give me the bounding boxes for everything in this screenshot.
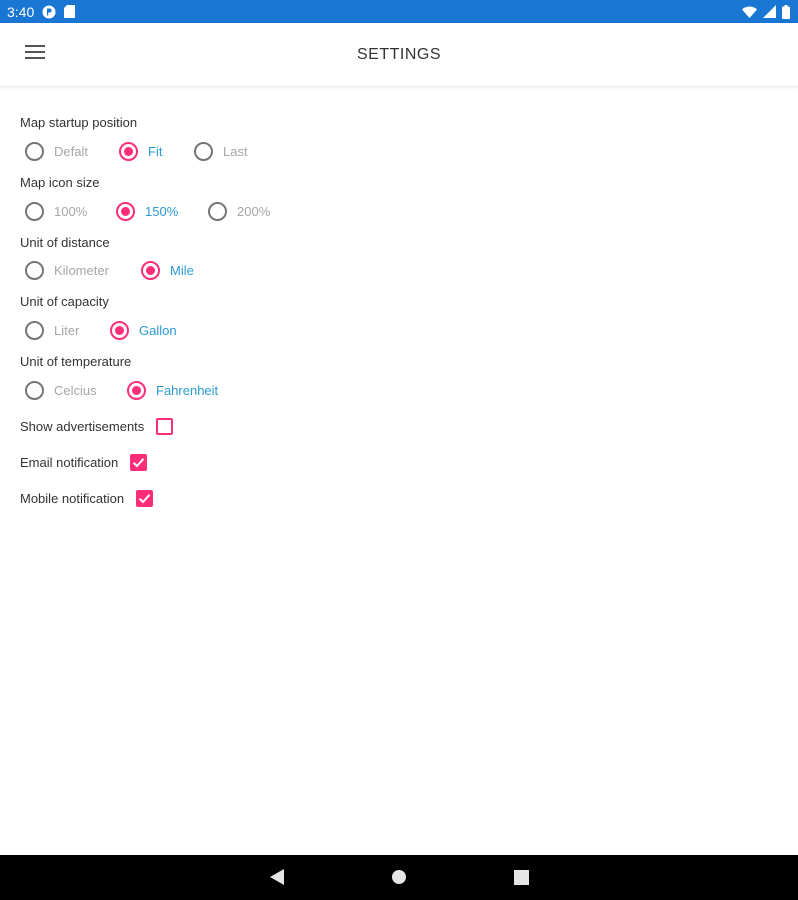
mobile-notification-row: Mobile notification [20, 490, 154, 507]
show-ads-checkbox[interactable] [156, 418, 174, 435]
p-badge-icon [42, 5, 56, 19]
distance-label: Unit of distance [20, 235, 110, 250]
radio-button[interactable] [25, 261, 44, 280]
radio-button[interactable] [25, 321, 44, 340]
recents-icon[interactable] [511, 867, 531, 887]
radio-button[interactable] [208, 202, 227, 221]
mobile-notification-label: Mobile notification [20, 491, 125, 506]
settings-screen: 3:40 SETTINGS Map startup position Defal… [0, 0, 798, 900]
radio-button[interactable] [194, 142, 213, 161]
email-notification-label: Email notification [20, 455, 119, 470]
radio-icon-size-200[interactable]: 200% [208, 202, 270, 221]
radio-distance-mile[interactable]: Mile [141, 261, 194, 280]
radio-label: Mile [170, 263, 194, 278]
check-icon [133, 458, 145, 468]
email-notification-row: Email notification [20, 454, 148, 471]
radio-label: 100% [54, 204, 88, 219]
radio-icon-size-100[interactable]: 100% [25, 202, 87, 221]
status-left: 3:40 [7, 3, 76, 20]
navigation-bar [0, 855, 798, 900]
radio-button[interactable] [116, 202, 135, 221]
home-icon[interactable] [389, 867, 409, 887]
capacity-label: Unit of capacity [20, 294, 109, 309]
app-bar: SETTINGS [0, 23, 798, 87]
radio-label: Liter [54, 323, 80, 338]
signal-icon [763, 5, 776, 18]
email-notification-checkbox[interactable] [130, 454, 148, 471]
radio-temperature-celcius[interactable]: Celcius [25, 381, 97, 400]
radio-capacity-gallon[interactable]: Gallon [110, 321, 177, 340]
wifi-icon [742, 6, 757, 18]
radio-distance-kilometer[interactable]: Kilometer [25, 261, 109, 280]
radio-label: Gallon [139, 323, 177, 338]
radio-button[interactable] [110, 321, 129, 340]
status-time: 3:40 [7, 3, 35, 20]
status-right [742, 4, 790, 19]
radio-icon-size-150[interactable]: 150% [116, 202, 178, 221]
radio-capacity-liter[interactable]: Liter [25, 321, 79, 340]
mobile-notification-checkbox[interactable] [136, 490, 154, 507]
sd-card-icon [64, 5, 76, 18]
radio-label: Kilometer [54, 263, 109, 278]
radio-map-startup-last[interactable]: Last [194, 142, 248, 161]
radio-label: Defalt [54, 144, 88, 159]
radio-button[interactable] [119, 142, 138, 161]
back-icon[interactable] [267, 867, 287, 887]
radio-label: Fit [148, 144, 163, 159]
radio-label: Fahrenheit [156, 383, 219, 398]
radio-button[interactable] [127, 381, 146, 400]
radio-map-startup-defalt[interactable]: Defalt [25, 142, 88, 161]
radio-temperature-fahrenheit[interactable]: Fahrenheit [127, 381, 218, 400]
battery-icon [782, 4, 790, 19]
show-ads-label: Show advertisements [20, 419, 145, 434]
radio-button[interactable] [25, 381, 44, 400]
radio-label: 150% [145, 204, 179, 219]
radio-button[interactable] [25, 202, 44, 221]
radio-label: 200% [237, 204, 271, 219]
show-ads-row: Show advertisements [20, 418, 174, 435]
radio-button[interactable] [25, 142, 44, 161]
map-startup-label: Map startup position [20, 115, 138, 130]
radio-label: Celcius [54, 383, 97, 398]
check-icon [138, 494, 151, 504]
radio-label: Last [223, 144, 248, 159]
temperature-label: Unit of temperature [20, 354, 132, 369]
status-bar: 3:40 [0, 0, 798, 23]
page-title: SETTINGS [356, 46, 441, 63]
icon-size-label: Map icon size [20, 175, 100, 190]
radio-button[interactable] [141, 261, 160, 280]
radio-map-startup-fit[interactable]: Fit [119, 142, 162, 161]
